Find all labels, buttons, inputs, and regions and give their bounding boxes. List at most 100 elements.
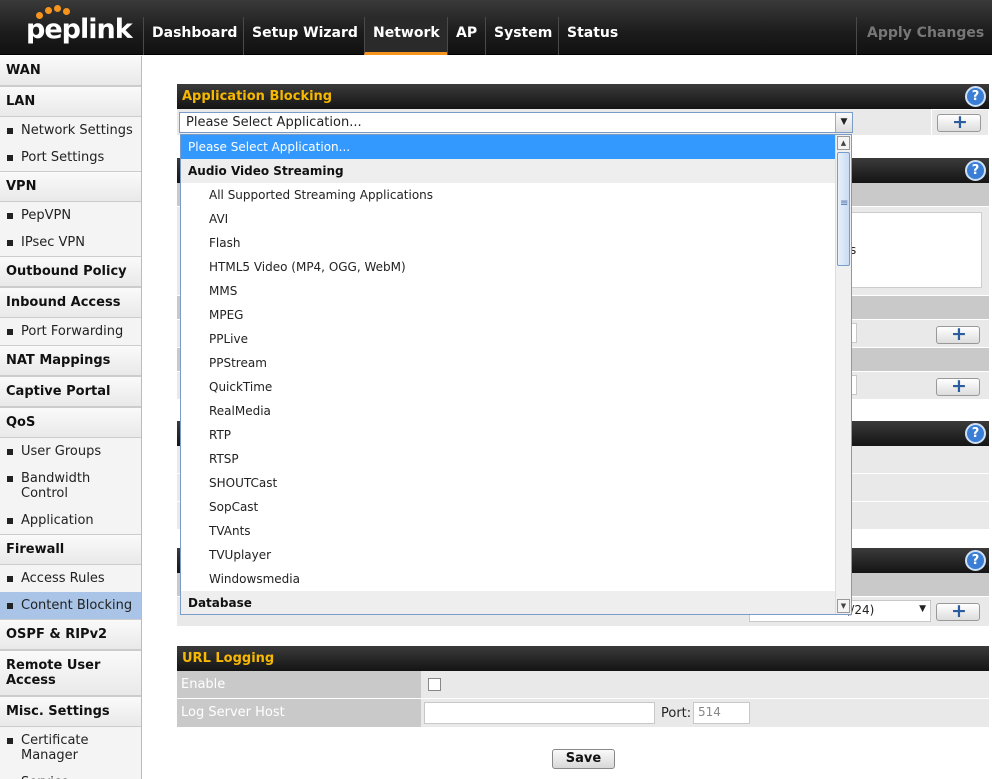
- scroll-down-icon[interactable]: ▼: [837, 599, 850, 613]
- sidebar-item[interactable]: Port Settings: [0, 144, 141, 171]
- app-blocking-header: Application Blocking ?: [177, 84, 989, 109]
- help-icon[interactable]: ?: [965, 160, 986, 181]
- sidebar-item[interactable]: Network Settings: [0, 117, 141, 144]
- dropdown-options: Please Select Application... Audio Video …: [181, 135, 851, 614]
- help-icon[interactable]: ?: [965, 86, 986, 107]
- sidebar-group: Captive Portal: [0, 377, 141, 408]
- dropdown-option[interactable]: Flash: [181, 231, 851, 255]
- add-exempt-button[interactable]: [936, 323, 980, 345]
- help-icon[interactable]: ?: [965, 423, 986, 444]
- dropdown-option[interactable]: Please Select Application...: [181, 135, 851, 159]
- dropdown-option[interactable]: PPStream: [181, 351, 851, 375]
- application-select-value: Please Select Application...: [186, 115, 362, 130]
- logo-text: peplink: [26, 14, 133, 45]
- sidebar-heading[interactable]: VPN: [0, 172, 141, 202]
- sidebar-heading[interactable]: WAN: [0, 56, 141, 86]
- sidebar-item[interactable]: Certificate Manager: [0, 727, 141, 769]
- sidebar-heading[interactable]: NAT Mappings: [0, 346, 141, 376]
- url-logging-title: URL Logging: [182, 651, 275, 666]
- sidebar-heading[interactable]: Remote User Access: [0, 651, 141, 696]
- dropdown-option[interactable]: TVAnts: [181, 519, 851, 543]
- sidebar-group: Outbound Policy: [0, 257, 141, 288]
- tab-network[interactable]: Network: [364, 17, 448, 55]
- tab-status[interactable]: Status: [558, 17, 626, 55]
- add-subnet-button[interactable]: [936, 600, 980, 622]
- sidebar-group: Inbound Access Port Forwarding: [0, 288, 141, 346]
- sidebar-item[interactable]: Access Rules: [0, 565, 141, 592]
- enable-checkbox[interactable]: [428, 678, 441, 691]
- apply-changes-button[interactable]: Apply Changes: [856, 17, 992, 55]
- dropdown-option[interactable]: Windowsmedia: [181, 567, 851, 591]
- dropdown-option[interactable]: RTP: [181, 423, 851, 447]
- dropdown-option[interactable]: All Supported Streaming Applications: [181, 183, 851, 207]
- chevron-down-icon: ▼: [919, 604, 926, 614]
- url-logging-enable-row: Enable: [177, 671, 989, 699]
- tab-dashboard[interactable]: Dashboard: [143, 17, 245, 55]
- sidebar-heading[interactable]: Outbound Policy: [0, 257, 141, 287]
- chevron-down-icon[interactable]: ▼: [835, 113, 852, 132]
- scroll-thumb[interactable]: [837, 152, 850, 266]
- sidebar-item[interactable]: Application: [0, 507, 141, 534]
- sidebar-group: LAN Network Settings Port Settings: [0, 87, 141, 172]
- sidebar-item[interactable]: IPsec VPN: [0, 229, 141, 256]
- add-cell: [931, 109, 989, 136]
- tab-ap[interactable]: AP: [447, 17, 485, 55]
- dropdown-option[interactable]: HTML5 Video (MP4, OGG, WebM): [181, 255, 851, 279]
- application-select[interactable]: Please Select Application... ▼: [179, 112, 853, 133]
- sidebar: WAN LAN Network Settings Port Settings VPN Pe…: [0, 56, 142, 779]
- sidebar-item[interactable]: Service Forwarding: [0, 769, 141, 779]
- dropdown-option[interactable]: PPLive: [181, 327, 851, 351]
- sidebar-item[interactable]: PepVPN: [0, 202, 141, 229]
- sidebar-heading[interactable]: LAN: [0, 87, 141, 117]
- sidebar-heading[interactable]: Firewall: [0, 535, 141, 565]
- option-group-label: Audio Video Streaming: [181, 159, 851, 183]
- option-group-label: Database: [181, 591, 851, 614]
- log-server-host-input[interactable]: [424, 702, 655, 724]
- peplink-logo: peplink: [0, 0, 143, 55]
- list-box: s: [847, 212, 982, 288]
- sidebar-group: Remote User Access: [0, 651, 141, 697]
- dropdown-option[interactable]: MPEG: [181, 303, 851, 327]
- sidebar-group: VPN PepVPN IPsec VPN: [0, 172, 141, 257]
- sidebar-heading[interactable]: QoS: [0, 408, 141, 438]
- sidebar-group: Misc. SettingsCertificate ManagerService…: [0, 697, 141, 779]
- sidebar-group: Firewall Access Rules Content Blocking: [0, 535, 141, 620]
- log-server-host-label: Log Server Host: [177, 699, 421, 727]
- dropdown-scrollbar[interactable]: ▲ ▼: [835, 135, 851, 614]
- sidebar-item[interactable]: Content Blocking: [0, 592, 141, 619]
- application-dropdown-list[interactable]: Please Select Application... Audio Video …: [180, 134, 852, 615]
- port-label: Port:: [661, 706, 692, 721]
- dropdown-option[interactable]: RealMedia: [181, 399, 851, 423]
- sidebar-item[interactable]: Port Forwarding: [0, 318, 141, 345]
- sidebar-heading[interactable]: OSPF & RIPv2: [0, 620, 141, 650]
- add-application-button[interactable]: [937, 111, 981, 133]
- add-exempt-button-2[interactable]: [936, 375, 980, 397]
- dropdown-option[interactable]: RTSP: [181, 447, 851, 471]
- sidebar-heading[interactable]: Misc. Settings: [0, 697, 141, 727]
- sidebar-group: QoS User Groups Bandwidth Control Applicati…: [0, 408, 141, 535]
- url-logging-host-row: Log Server Host Port: 514: [177, 699, 989, 728]
- help-icon[interactable]: ?: [965, 550, 986, 571]
- sidebar-heading[interactable]: Captive Portal: [0, 377, 141, 407]
- sidebar-group: NAT Mappings: [0, 346, 141, 377]
- dropdown-option[interactable]: SopCast: [181, 495, 851, 519]
- sidebar-group: OSPF & RIPv2: [0, 620, 141, 651]
- sidebar-group: WAN: [0, 56, 141, 87]
- save-button[interactable]: Save: [552, 749, 615, 769]
- url-logging-header: URL Logging: [177, 646, 989, 671]
- top-navigation-bar: peplink Dashboard Setup Wizard Network A…: [0, 0, 992, 55]
- port-input[interactable]: 514: [693, 702, 750, 724]
- app-blocking-title: Application Blocking: [182, 89, 333, 104]
- tab-system[interactable]: System: [485, 17, 560, 55]
- tab-setup-wizard[interactable]: Setup Wizard: [243, 17, 366, 55]
- dropdown-option[interactable]: TVUplayer: [181, 543, 851, 567]
- dropdown-option[interactable]: SHOUTCast: [181, 471, 851, 495]
- scroll-up-icon[interactable]: ▲: [837, 136, 850, 150]
- sidebar-item[interactable]: User Groups: [0, 438, 141, 465]
- sidebar-item[interactable]: Bandwidth Control: [0, 465, 141, 507]
- sidebar-heading[interactable]: Inbound Access: [0, 288, 141, 318]
- dropdown-option[interactable]: AVI: [181, 207, 851, 231]
- enable-label: Enable: [177, 671, 421, 698]
- dropdown-option[interactable]: QuickTime: [181, 375, 851, 399]
- dropdown-option[interactable]: MMS: [181, 279, 851, 303]
